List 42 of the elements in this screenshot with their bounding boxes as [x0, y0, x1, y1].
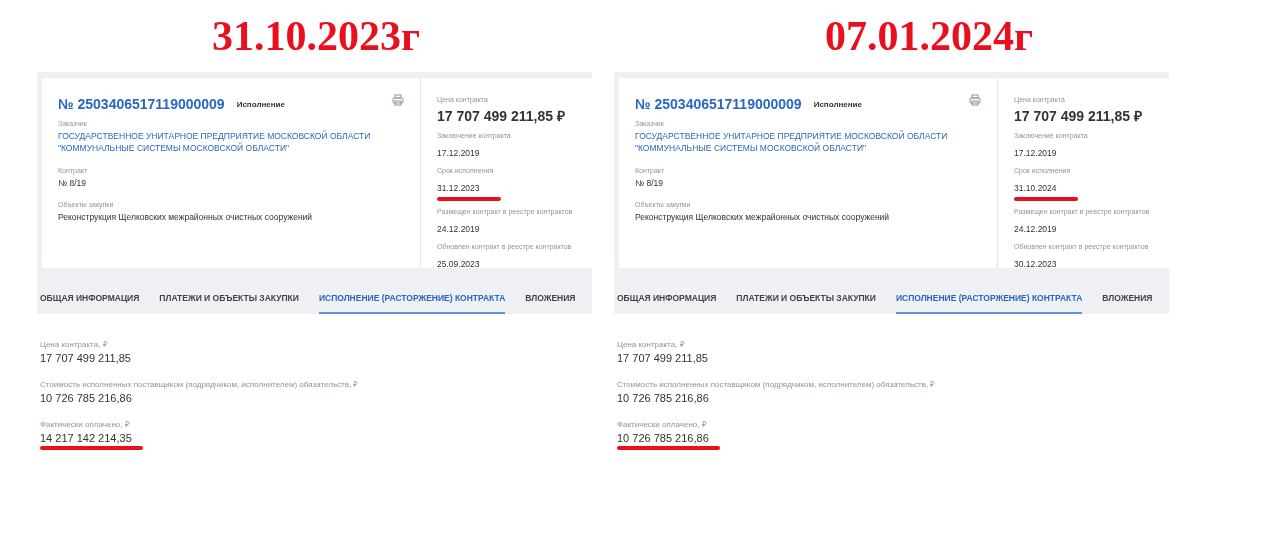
field-label: Фактически оплачено, ₽: [617, 419, 708, 429]
field-label: Фактически оплачено, ₽: [40, 419, 131, 429]
contract-status: Исполнение: [236, 99, 285, 109]
field-value: Реконструкция Щелковских межрайонных очистных сооружений: [58, 210, 314, 224]
contract-number[interactable]: № 2503406517119000009: [58, 96, 225, 112]
contract-number[interactable]: № 2503406517119000009: [635, 96, 802, 112]
field-value: 31.12.2023: [437, 183, 480, 193]
contract-price: 17 707 499 211,85 ₽: [1014, 107, 1143, 125]
field-value: 14 217 142 214,35: [40, 432, 133, 444]
contract-price: 17 707 499 211,85 ₽: [437, 107, 566, 125]
field-value: 24.12.2019: [437, 224, 480, 234]
field-value: 25.09.2023: [437, 259, 480, 269]
field-label: Цена контракта, ₽: [617, 339, 686, 349]
date-heading: 31.10.2023г: [210, 12, 422, 61]
tab[interactable]: ПЛАТЕЖИ И ОБЪЕКТЫ ЗАКУПКИ: [159, 284, 299, 314]
print-icon[interactable]: [392, 94, 404, 106]
customer-link[interactable]: ГОСУДАРСТВЕННОЕ УНИТАРНОЕ ПРЕДПРИЯТИЕ МОСКОВСКОЙ ОБЛАСТИ "КОММУНАЛЬНЫЕ СИСТЕМЫ МОСКОВСКОЙ ОБЛАСТИ": [635, 130, 981, 155]
field-value: № 8/19: [58, 176, 88, 189]
field-value: 17 707 499 211,85: [40, 352, 132, 364]
date-heading: 07.01.2024г: [823, 12, 1035, 61]
field-value: 17 707 499 211,85: [617, 352, 709, 364]
field-value: 10 726 785 216,86: [40, 392, 133, 404]
field-value: 31.10.2024: [1014, 183, 1057, 193]
field-value: 10 726 785 216,86: [617, 392, 710, 404]
tab[interactable]: ВЛОЖЕНИЯ: [525, 284, 576, 314]
field-value: 10 726 785 216,86: [617, 432, 710, 444]
field-label: Стоимость исполненных поставщиком (подрядчиком, исполнителем) обязательств, ₽: [40, 379, 360, 389]
field-value: 30.12.2023: [1014, 259, 1057, 269]
tab[interactable]: ОБЩАЯ ИНФОРМАЦИЯ: [40, 284, 140, 314]
field-value: 17.12.2019: [437, 148, 480, 158]
field-value: № 8/19: [635, 176, 665, 189]
tab[interactable]: ОБЩАЯ ИНФОРМАЦИЯ: [617, 284, 717, 314]
tab[interactable]: ВЛОЖЕНИЯ: [1102, 284, 1153, 314]
field-value: Реконструкция Щелковских межрайонных очистных сооружений: [635, 210, 891, 224]
contract-status: Исполнение: [813, 99, 862, 109]
tab[interactable]: ПЛАТЕЖИ И ОБЪЕКТЫ ЗАКУПКИ: [736, 284, 876, 314]
field-value: 17.12.2019: [1014, 148, 1057, 158]
field-label: Цена контракта, ₽: [40, 339, 109, 349]
field-value: 24.12.2019: [1014, 224, 1057, 234]
field-label: Стоимость исполненных поставщиком (подрядчиком, исполнителем) обязательств, ₽: [617, 379, 937, 389]
print-icon[interactable]: [969, 94, 981, 106]
customer-link[interactable]: ГОСУДАРСТВЕННОЕ УНИТАРНОЕ ПРЕДПРИЯТИЕ МОСКОВСКОЙ ОБЛАСТИ "КОММУНАЛЬНЫЕ СИСТЕМЫ МОСКОВСКОЙ ОБЛАСТИ": [58, 130, 404, 155]
